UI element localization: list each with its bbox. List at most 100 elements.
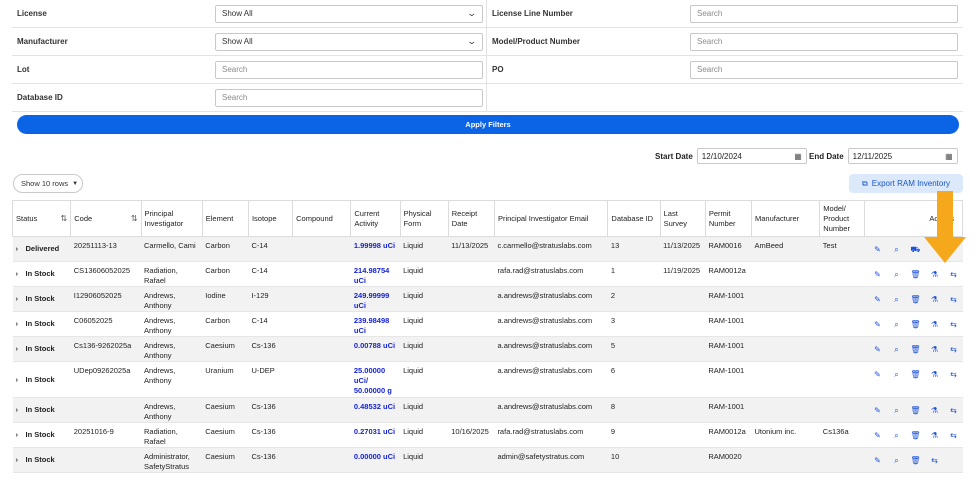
transfer-icon[interactable]: ⇆ <box>948 270 959 280</box>
pencil-icon[interactable]: ✎ <box>872 431 883 441</box>
col-compound[interactable]: Compound <box>292 200 352 237</box>
flask-icon[interactable]: ⚗ <box>929 370 940 380</box>
flask-icon[interactable]: ⚗ <box>929 270 940 280</box>
transfer-icon[interactable]: ⇆ <box>948 431 959 441</box>
trash-icon[interactable]: 🗑 <box>910 345 921 355</box>
flask-icon[interactable]: ⚗ <box>929 431 940 441</box>
col-element[interactable]: Element <box>201 200 249 237</box>
magnifier-icon[interactable]: ⌕ <box>891 406 902 416</box>
transfer-icon[interactable]: ⇆ <box>948 406 959 416</box>
pencil-icon[interactable]: ✎ <box>872 345 883 355</box>
cell-email: admin@safetystratus.com <box>494 447 608 473</box>
model-number-input[interactable]: Search <box>690 32 958 51</box>
flask-icon[interactable]: ⚗ <box>929 295 940 305</box>
manufacturer-select[interactable]: Show All ⌄ <box>215 32 483 51</box>
magnifier-icon[interactable]: ⌕ <box>891 295 902 305</box>
col-pi[interactable]: Principal Investigator <box>140 200 203 237</box>
table-row[interactable]: › In Stock Administrator, SafetyStratus Cae… <box>12 447 963 473</box>
magnifier-icon[interactable]: ⌕ <box>891 270 902 280</box>
col-manufacturer[interactable]: Manufacturer <box>750 200 821 237</box>
trash-icon[interactable]: 🗑 <box>910 406 921 416</box>
table-row[interactable]: › In Stock CS13606052025 Radiation, Rafael C… <box>12 261 963 287</box>
expand-chevron-icon[interactable]: › <box>16 430 26 440</box>
package-icon[interactable]: ⛟ <box>910 245 921 255</box>
flask-icon[interactable]: ⚗ <box>929 345 940 355</box>
transfer-icon[interactable]: ⇆ <box>948 345 959 355</box>
magnifier-icon[interactable]: ⌕ <box>891 370 902 380</box>
sort-icon[interactable]: ⇅ <box>61 214 68 224</box>
sort-icon[interactable]: ⇅ <box>131 214 138 224</box>
magnifier-icon[interactable]: ⌕ <box>891 456 902 466</box>
cell-pi: Radiation, Rafael <box>141 422 203 448</box>
table-row[interactable]: › In Stock C06052025 Andrews, Anthony Carbon… <box>12 311 963 337</box>
pencil-icon[interactable]: ✎ <box>872 245 883 255</box>
calendar-icon[interactable]: ▦ <box>794 152 802 161</box>
pencil-icon[interactable]: ✎ <box>872 295 883 305</box>
cell-activity: 0.27031 uCi <box>350 422 401 448</box>
expand-chevron-icon[interactable]: › <box>16 294 26 304</box>
col-permit[interactable]: Permit Number <box>704 200 753 237</box>
col-email[interactable]: Principal Investigator Email <box>493 200 609 237</box>
table-row[interactable]: › In Stock Andrews, Anthony Caesium Cs-136 0.… <box>12 397 963 423</box>
col-survey[interactable]: Last Survey <box>659 200 706 237</box>
transfer-icon[interactable]: ⇆ <box>948 295 959 305</box>
lot-input[interactable]: Search <box>215 60 483 79</box>
expand-chevron-icon[interactable]: › <box>16 405 26 415</box>
trash-icon[interactable]: 🗑 <box>910 320 921 330</box>
database-id-input[interactable]: Search <box>215 88 483 107</box>
trash-icon[interactable]: 🗑 <box>910 270 921 280</box>
expand-chevron-icon[interactable]: › <box>16 455 26 465</box>
col-activity[interactable]: Current Activity <box>350 200 401 237</box>
transfer-icon[interactable]: ⇆ <box>948 370 959 380</box>
cell-isotope: I-129 <box>248 286 293 312</box>
trash-icon[interactable]: 🗑 <box>910 456 921 466</box>
po-input[interactable]: Search <box>690 60 958 79</box>
expand-chevron-icon[interactable]: › <box>16 269 26 279</box>
expand-chevron-icon[interactable]: › <box>16 375 26 385</box>
col-code[interactable]: Code ⇅ <box>70 200 142 237</box>
magnifier-icon[interactable]: ⌕ <box>891 320 902 330</box>
expand-chevron-icon[interactable]: › <box>16 244 26 254</box>
pencil-icon[interactable]: ✎ <box>872 406 883 416</box>
license-select[interactable]: Show All ⌄ <box>215 4 483 23</box>
magnifier-icon[interactable]: ⌕ <box>891 245 902 255</box>
col-status[interactable]: Status ⇅ <box>11 200 72 237</box>
cell-manufacturer <box>751 261 820 287</box>
apply-filters-button[interactable]: Apply Filters <box>17 115 959 134</box>
table-row[interactable]: › Delivered 20251113-13 Carmello, Cami Carbo… <box>12 236 963 262</box>
show-rows-dropdown[interactable]: Show 10 rows ▼ <box>13 174 83 193</box>
col-isotope[interactable]: Isotope <box>247 200 294 237</box>
table-row[interactable]: › In Stock 20251016-9 Radiation, Rafael Caes… <box>12 422 963 448</box>
expand-chevron-icon[interactable]: › <box>16 319 26 329</box>
calendar-icon[interactable]: ▦ <box>945 152 953 161</box>
table-row[interactable]: › In Stock UDep09262025a Andrews, Anthony Ur… <box>12 361 963 398</box>
magnifier-icon[interactable]: ⌕ <box>891 431 902 441</box>
flask-icon[interactable]: ⚗ <box>929 320 940 330</box>
trash-icon[interactable]: 🗑 <box>910 431 921 441</box>
license-line-input[interactable]: Search <box>690 4 958 23</box>
pencil-icon[interactable]: ✎ <box>872 456 883 466</box>
col-model[interactable]: Model/ Product Number <box>819 200 866 237</box>
start-date-input[interactable]: 12/10/2024 ▦ <box>696 148 807 164</box>
flask-icon[interactable]: ⚗ <box>929 406 940 416</box>
cell-code: 20251016-9 <box>70 422 142 448</box>
table-row[interactable]: › In Stock Cs136-9262025a Andrews, Anthony C… <box>12 336 963 362</box>
transfer-icon[interactable]: ⇆ <box>948 320 959 330</box>
magnifier-icon[interactable]: ⌕ <box>891 345 902 355</box>
pencil-icon[interactable]: ✎ <box>872 320 883 330</box>
cell-actions: ✎ ⌕ 🗑 ⚗ ⇆ <box>864 336 963 362</box>
trash-icon[interactable]: 🗑 <box>910 370 921 380</box>
transfer-icon[interactable]: ⇆ <box>929 456 940 466</box>
col-form[interactable]: Physical Form <box>399 200 449 237</box>
pencil-icon[interactable]: ✎ <box>872 370 883 380</box>
pencil-icon[interactable]: ✎ <box>872 270 883 280</box>
filter-row: Database ID Search <box>12 84 963 112</box>
end-date-input[interactable]: 12/11/2025 ▦ <box>847 148 958 164</box>
trash-icon[interactable]: 🗑 <box>910 295 921 305</box>
inventory-table: Status ⇅ Code ⇅ Principal Investigator Ele… <box>11 200 963 473</box>
col-dbid[interactable]: Database ID <box>607 200 661 237</box>
start-date-label: Start Date <box>655 151 693 161</box>
table-row[interactable]: › In Stock I12906052025 Andrews, Anthony Iod… <box>12 286 963 312</box>
col-receipt[interactable]: Receipt Date <box>447 200 495 237</box>
expand-chevron-icon[interactable]: › <box>16 344 26 354</box>
